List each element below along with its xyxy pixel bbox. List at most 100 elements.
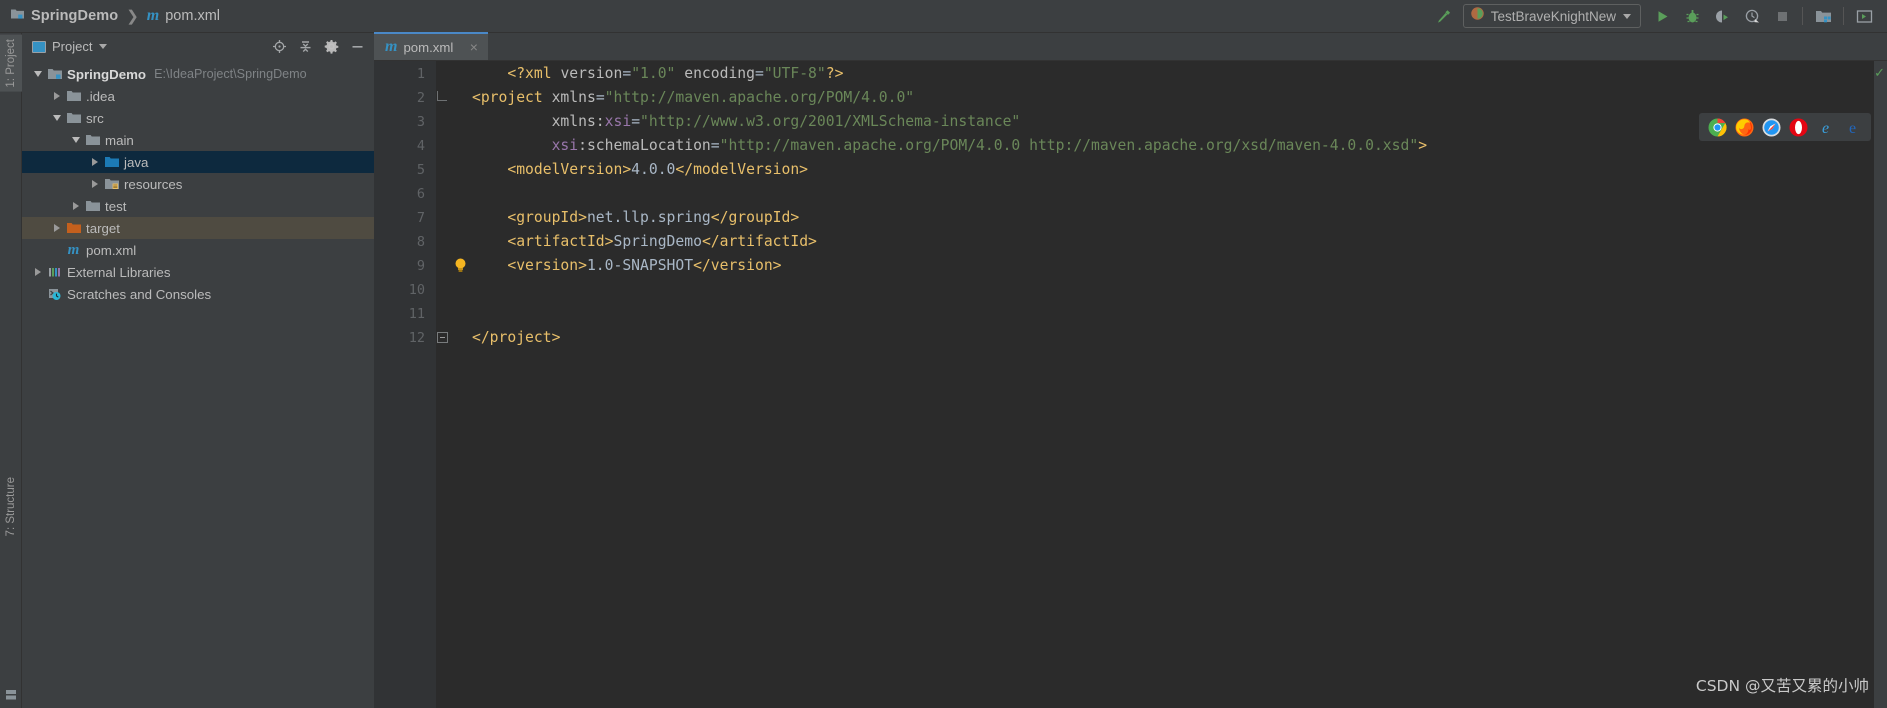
fold-empty: [436, 230, 450, 254]
code-token: SpringDemo: [613, 233, 702, 250]
code-content[interactable]: <?xml version="1.0" encoding="UTF-8"?> <p…: [472, 61, 1887, 708]
tree-node-test[interactable]: test: [22, 195, 374, 217]
code-folding-gutter[interactable]: [436, 61, 450, 708]
run-with-coverage-button[interactable]: [1707, 1, 1737, 31]
chevron-right-icon[interactable]: [87, 173, 103, 195]
tree-node-resources[interactable]: resources: [22, 173, 374, 195]
terminal-button[interactable]: [1849, 1, 1879, 31]
tree-node-springdemo[interactable]: SpringDemo E:\IdeaProject\SpringDemo: [22, 63, 374, 85]
code-line[interactable]: [472, 302, 1887, 326]
maven-m-icon: m: [385, 38, 398, 55]
code-line[interactable]: [472, 182, 1887, 206]
chrome-browser-icon[interactable]: [1708, 118, 1727, 137]
bulb-empty: [450, 326, 472, 350]
fold-collapse-icon[interactable]: [436, 86, 450, 110]
bulb-empty: [450, 158, 472, 182]
code-line[interactable]: </project>: [472, 326, 1887, 350]
project-tool-window: Project SpringDemo E:\IdeaProject\Spring…: [22, 33, 374, 708]
run-config-name: TestBraveKnightNew: [1490, 8, 1616, 24]
code-line[interactable]: xsi:schemaLocation="http://maven.apache.…: [472, 134, 1887, 158]
code-token: >: [1418, 137, 1428, 154]
tab-pom-xml[interactable]: m pom.xml ×: [374, 32, 489, 60]
code-line[interactable]: <version>1.0-SNAPSHOT</version>: [472, 254, 1887, 278]
folder-icon: [84, 195, 101, 217]
code-line[interactable]: <project xmlns="http://maven.apache.org/…: [472, 86, 1887, 110]
inspection-marker-gutter[interactable]: ✓: [1874, 61, 1887, 708]
chevron-right-icon[interactable]: [87, 151, 103, 173]
tree-node-scratches-and-consoles[interactable]: Scratches and Consoles: [22, 283, 374, 305]
fold-region-end-icon[interactable]: [436, 326, 450, 350]
tree-node-idea[interactable]: .idea: [22, 85, 374, 107]
hide-panel-button[interactable]: [347, 36, 368, 57]
tree-node-java[interactable]: java: [22, 151, 374, 173]
stripe-button-project[interactable]: 1: Project: [0, 35, 22, 92]
bulb-empty: [450, 134, 472, 158]
browser-launch-bar: e e: [1699, 113, 1871, 141]
project-structure-button[interactable]: [1808, 1, 1838, 31]
breadcrumb-file[interactable]: pom.xml: [165, 8, 220, 24]
project-view-chevron-down-icon[interactable]: [99, 44, 108, 49]
code-token: ?>: [825, 65, 844, 82]
line-number: 4: [416, 138, 425, 154]
chevron-down-icon[interactable]: [49, 107, 65, 129]
bulb-empty: [450, 278, 472, 302]
breadcrumb-project[interactable]: SpringDemo: [31, 8, 118, 24]
intention-bulb-icon[interactable]: [450, 254, 472, 278]
code-line[interactable]: <?xml version="1.0" encoding="UTF-8"?>: [472, 62, 1887, 86]
code-line[interactable]: xmlns:xsi="http://www.w3.org/2001/XMLSch…: [472, 110, 1887, 134]
run-configuration-selector[interactable]: TestBraveKnightNew: [1462, 4, 1641, 28]
chevron-right-icon[interactable]: [68, 195, 84, 217]
breadcrumb: SpringDemo ❯ m pom.xml: [0, 0, 220, 33]
locate-file-button[interactable]: [269, 36, 290, 57]
chevron-down-icon[interactable]: [1623, 13, 1631, 19]
tree-node-target[interactable]: target: [22, 217, 374, 239]
tree-node-external-libraries[interactable]: External Libraries: [22, 261, 374, 283]
tree-node-label: java: [124, 154, 149, 170]
tree-node-path: E:\IdeaProject\SpringDemo: [154, 67, 307, 81]
opera-browser-icon[interactable]: [1789, 118, 1808, 137]
hammer-build-icon[interactable]: [1429, 1, 1459, 31]
close-icon[interactable]: ×: [467, 40, 480, 54]
chevron-right-icon[interactable]: [49, 217, 65, 239]
chevron-right-icon[interactable]: [49, 85, 65, 107]
code-token: <modelVersion>: [507, 161, 632, 178]
code-line[interactable]: <groupId>net.llp.spring</groupId>: [472, 206, 1887, 230]
profiler-button[interactable]: [1737, 1, 1767, 31]
tree-node-label: target: [86, 220, 121, 236]
code-line[interactable]: <artifactId>SpringDemo</artifactId>: [472, 230, 1887, 254]
code-token: "http://maven.apache.org/POM/4.0.0 http:…: [719, 137, 1419, 154]
favorites-icon[interactable]: [5, 688, 17, 700]
tree-node-src[interactable]: src: [22, 107, 374, 129]
code-line[interactable]: [472, 278, 1887, 302]
chevron-down-icon[interactable]: [30, 63, 46, 85]
code-token: =: [595, 89, 605, 106]
internet-explorer-browser-icon[interactable]: e: [1816, 118, 1835, 137]
safari-browser-icon[interactable]: [1762, 118, 1781, 137]
inspection-status-icon[interactable]: ✓: [1874, 65, 1885, 81]
run-button[interactable]: [1647, 1, 1677, 31]
tree-node-label: src: [86, 110, 104, 126]
code-line[interactable]: <modelVersion>4.0.0</modelVersion>: [472, 158, 1887, 182]
stripe-button-structure[interactable]: 7: Structure: [0, 473, 22, 540]
intention-bulb-gutter[interactable]: [450, 61, 472, 708]
debug-button[interactable]: [1677, 1, 1707, 31]
code-editor[interactable]: 1 2 3 4 5 6 7 8 9 10 11 12 <?xml version="1.0" enco…: [374, 61, 1887, 708]
tree-node-main[interactable]: main: [22, 129, 374, 151]
collapse-all-button[interactable]: [295, 36, 316, 57]
tree-no-arrow: [49, 239, 65, 261]
chevron-down-icon[interactable]: [68, 129, 84, 151]
firefox-browser-icon[interactable]: [1735, 118, 1754, 137]
chevron-right-icon[interactable]: [30, 261, 46, 283]
breadcrumb-separator: ❯: [126, 8, 139, 25]
edge-browser-icon[interactable]: e: [1843, 118, 1862, 137]
stop-button[interactable]: [1767, 1, 1797, 31]
gear-icon[interactable]: [321, 36, 342, 57]
code-token: </modelVersion>: [675, 161, 809, 178]
tree-node-pom-xml[interactable]: m pom.xml: [22, 239, 374, 261]
